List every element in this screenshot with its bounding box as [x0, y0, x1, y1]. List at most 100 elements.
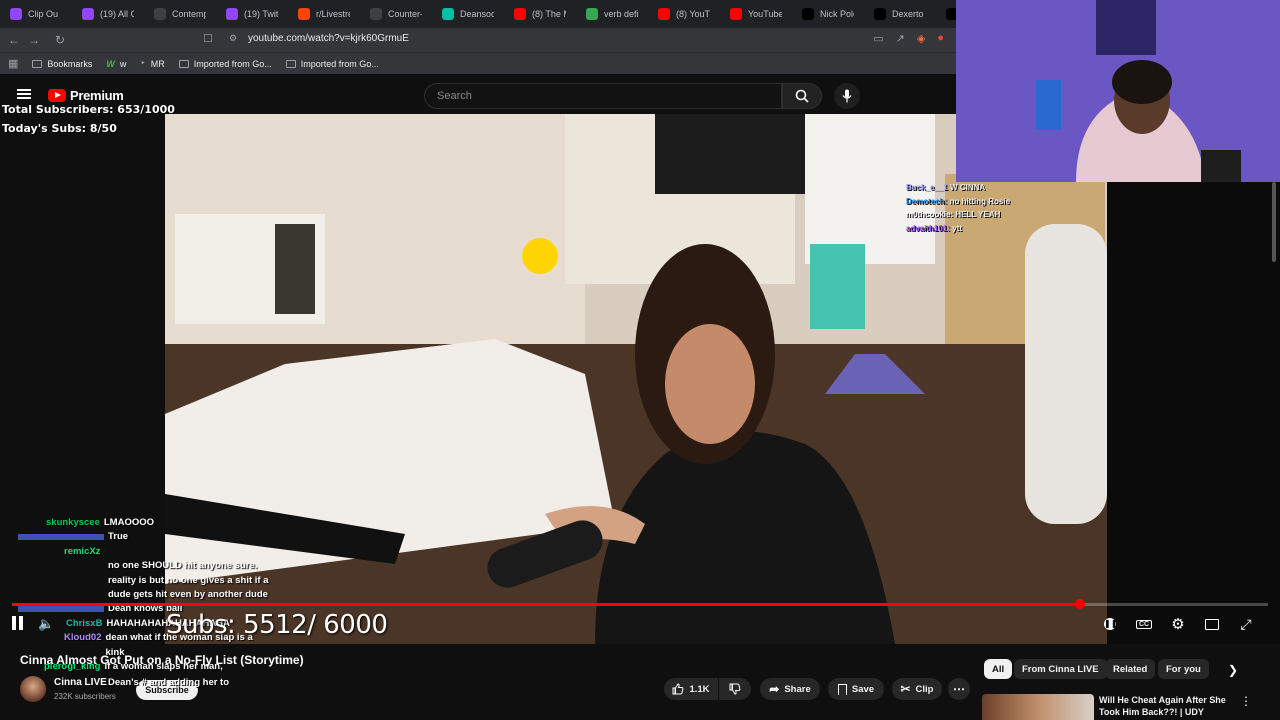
chip-for-you[interactable]: For you — [1158, 659, 1209, 679]
save-icon — [837, 683, 847, 695]
bookmark-item[interactable]: Bookmarks — [32, 59, 92, 69]
clip-label: Clip — [915, 683, 934, 695]
youtube-icon — [514, 8, 526, 20]
pause-button[interactable] — [12, 616, 26, 632]
browser-tab[interactable]: Deansoco — [432, 1, 504, 27]
thumbs-up-icon — [672, 683, 684, 695]
save-button[interactable]: Save — [828, 678, 884, 700]
w-icon: W — [106, 58, 115, 69]
volume-icon: 🔈 — [38, 616, 55, 631]
subscriber-count: 232K subscribers — [54, 692, 116, 701]
autoplay-toggle[interactable]: ❚❚ — [1100, 614, 1120, 634]
extension-icon[interactable]: ◈ — [917, 32, 925, 45]
cast-icon[interactable]: ▭ — [873, 32, 883, 45]
youtube-icon — [730, 8, 742, 20]
recommended-thumbnail[interactable] — [982, 694, 1094, 720]
channel-avatar[interactable] — [20, 676, 46, 702]
browser-tab[interactable]: Clip Ou — [0, 1, 72, 27]
settings-button[interactable]: ⚙ — [1168, 614, 1188, 634]
x-icon — [802, 8, 814, 20]
chip-from-channel[interactable]: From Cinna LIVE — [1014, 659, 1107, 679]
voice-search-button[interactable] — [834, 83, 860, 109]
folder-icon — [178, 59, 189, 68]
x-icon — [874, 8, 886, 20]
browser-tab[interactable]: verb defin — [576, 1, 648, 27]
stream-chat-overlay: Buck_e__1 W CINNA Demotech: no hitting R… — [906, 181, 1046, 235]
folder-icon — [285, 59, 296, 68]
recommended-title[interactable]: Will He Cheat Again After She Took Him B… — [1099, 694, 1239, 720]
channel-name[interactable]: Cinna LIVE — [54, 677, 107, 688]
chat-line: skunkyscee LMAOOOO — [18, 516, 288, 530]
notification-icon[interactable]: ● — [937, 32, 944, 45]
chat-line: m0thcookie: HELL YEAH — [906, 208, 1046, 222]
scrollbar[interactable] — [1272, 182, 1276, 262]
browser-tab-strip: Clip Ou (19) All Ca Contemp (19) Twitch r/Li… — [0, 0, 956, 28]
dislike-button[interactable] — [719, 678, 751, 700]
browser-tab-label: Clip Ou — [28, 9, 59, 19]
bookmark-star-icon[interactable]: ☐ — [203, 32, 213, 45]
chat-message: LMAOOOO — [103, 517, 155, 528]
miniplayer-button[interactable] — [1202, 614, 1222, 634]
browser-tab-label: Deansoco — [460, 9, 494, 19]
more-horizontal-icon: ⋯ — [953, 682, 965, 696]
more-actions-button[interactable]: ⋯ — [948, 678, 970, 700]
bookmark-item[interactable]: Imported from Go... — [285, 59, 379, 69]
browser-tab[interactable]: YouTube M — [720, 1, 792, 27]
bookmark-item[interactable]: Ww — [106, 59, 126, 69]
thumbs-down-icon — [729, 683, 741, 695]
webcam-frame — [956, 0, 1280, 182]
chips-next-icon[interactable]: ❯ — [1228, 663, 1238, 677]
bookmarks-bar: ▦ Bookmarks Ww ‣ MR Imported from Go... I… — [0, 52, 956, 74]
browser-tab-label: YouTube M — [748, 9, 782, 19]
forward-icon[interactable]: → — [24, 33, 44, 47]
captions-button[interactable]: CC — [1134, 614, 1154, 634]
browser-tab-label: (8) YouTub — [676, 9, 710, 19]
chat-line: Demotech: no hitting Rosie — [906, 195, 1046, 209]
recommended-more-icon[interactable]: ⋮ — [1240, 694, 1252, 708]
reload-icon[interactable]: ↻ — [50, 33, 70, 47]
fullscreen-button[interactable]: ⤢ — [1236, 614, 1256, 634]
right-panel-background — [1107, 182, 1280, 644]
browser-tab[interactable]: r/Livestrea — [288, 1, 360, 27]
chip-related[interactable]: Related — [1105, 659, 1156, 679]
reddit-icon — [298, 8, 310, 20]
total-subscribers: Total Subscribers: 653/1000 — [2, 103, 175, 116]
share-button[interactable]: ➦ Share — [760, 678, 820, 700]
like-button[interactable]: 1.1K — [664, 678, 718, 700]
chat-user — [18, 606, 104, 613]
chip-all[interactable]: All — [984, 659, 1013, 679]
apps-grid-icon[interactable]: ▦ — [8, 57, 18, 70]
menu-icon[interactable] — [17, 89, 31, 99]
back-icon[interactable]: ← — [4, 33, 24, 47]
scrubber-handle[interactable] — [1074, 599, 1085, 609]
bookmark-item[interactable]: Imported from Go... — [178, 59, 272, 69]
tt-icon — [442, 8, 454, 20]
browser-tab[interactable]: Dexerto o — [864, 1, 936, 27]
youtube-icon — [658, 8, 670, 20]
url-text[interactable]: youtube.com/watch?v=kjrk60GrmuE — [248, 33, 409, 44]
browser-tab[interactable]: (8) The Ma — [504, 1, 576, 27]
browser-tab-label: Counter-S — [388, 9, 422, 19]
player-controls-left: 🔈 — [12, 616, 54, 632]
streamer-webcam — [956, 0, 1280, 182]
video-progress-bar[interactable] — [12, 599, 1268, 609]
browser-tab[interactable]: N — [936, 1, 956, 27]
clip-button[interactable]: ✂ Clip — [892, 678, 942, 700]
chat-user: Buck_e__1 — [906, 183, 948, 192]
browser-tab[interactable]: (8) YouTub — [648, 1, 720, 27]
bookmarks-folder-icon — [32, 59, 43, 68]
browser-tab[interactable]: Contemp — [144, 1, 216, 27]
browser-tab[interactable]: Nick Polo — [792, 1, 864, 27]
browser-tab[interactable]: (19) Twitch — [216, 1, 288, 27]
chat-user — [18, 534, 104, 541]
volume-button[interactable]: 🔈 — [38, 616, 54, 632]
browser-tab[interactable]: Counter-S — [360, 1, 432, 27]
site-info-icon[interactable]: ⚙ — [229, 33, 237, 44]
browser-tab-label: r/Livestrea — [316, 9, 350, 19]
browser-tab[interactable]: (19) All Ca — [72, 1, 144, 27]
bookmark-item[interactable]: ‣ MR — [140, 58, 164, 69]
share-page-icon[interactable]: ↗ — [896, 32, 905, 45]
search-button[interactable] — [782, 83, 822, 109]
caption-overlay-text: Dean's # and adding her to — [108, 677, 229, 688]
search-input[interactable]: Search — [424, 83, 782, 109]
